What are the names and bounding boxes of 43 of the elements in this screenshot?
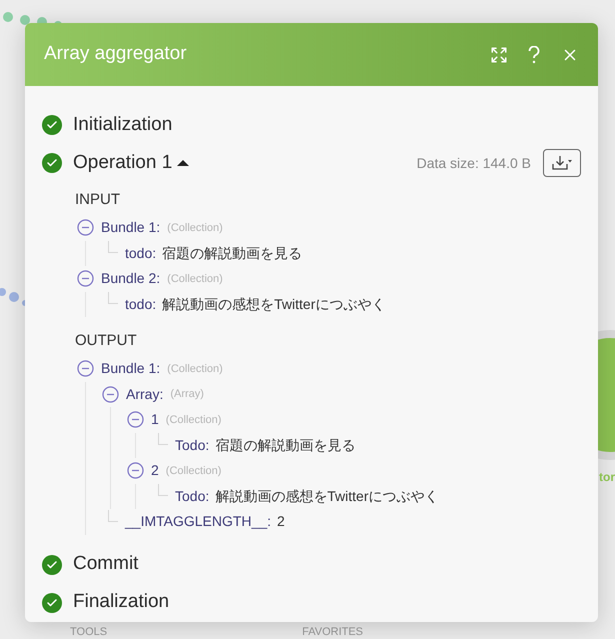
download-button[interactable]: [543, 149, 581, 177]
type-hint: (Collection): [167, 272, 223, 286]
tree-key: Array:: [126, 384, 164, 405]
section-heading: INPUT: [75, 190, 121, 210]
tree-value: 解説動画の感想をTwitterにつぶやく: [215, 486, 438, 506]
type-hint: (Collection): [166, 412, 222, 428]
tree-key: Todo:: [175, 486, 210, 507]
tree-key: Todo:: [175, 434, 210, 456]
step-label[interactable]: Commit: [73, 550, 138, 579]
tree-key: todo:: [125, 242, 156, 264]
collapse-icon[interactable]: [77, 270, 94, 288]
help-icon[interactable]: [528, 46, 540, 64]
data-size: Data size: 144.0 B: [416, 154, 531, 172]
tree-value: 解説動画の感想をTwitterにつぶやく: [162, 294, 386, 314]
node-label: tor: [599, 470, 615, 484]
type-hint: (Collection): [167, 220, 223, 236]
tree-key: __IMTAGGLENGTH__:: [125, 511, 272, 532]
collapse-icon[interactable]: [127, 462, 144, 480]
tree-key: 2: [151, 460, 159, 482]
expand-icon[interactable]: [490, 46, 508, 64]
tree-value: 宿題の解説動画を見る: [215, 436, 356, 455]
step-label[interactable]: Finalization: [73, 588, 170, 617]
tree-key: todo:: [125, 294, 156, 315]
collapse-icon[interactable]: [102, 386, 119, 403]
tree-key: Bundle 1:: [101, 358, 160, 380]
dialog-title: Array aggregator: [44, 42, 188, 66]
step-label[interactable]: Initialization: [73, 110, 172, 140]
dot-trail-drawing: [0, 286, 28, 308]
type-hint: (Collection): [166, 464, 222, 478]
collapse-icon[interactable]: [77, 219, 94, 236]
step-label[interactable]: Operation 1: [73, 148, 172, 178]
type-hint: (Array): [170, 387, 204, 402]
tree-value: 2: [277, 512, 285, 532]
tree-key: 1: [151, 409, 159, 430]
tree-key: Bundle 2:: [101, 268, 160, 290]
caret-icon[interactable]: [177, 159, 190, 167]
tree-key: Bundle 1:: [101, 217, 160, 238]
download-icon: [552, 155, 572, 171]
tree-value: 宿題の解説動画を見る: [162, 244, 302, 263]
collapse-icon[interactable]: [77, 360, 94, 378]
type-hint: (Collection): [167, 362, 223, 376]
collapse-icon[interactable]: [127, 411, 144, 428]
section-heading: OUTPUT: [75, 330, 138, 351]
